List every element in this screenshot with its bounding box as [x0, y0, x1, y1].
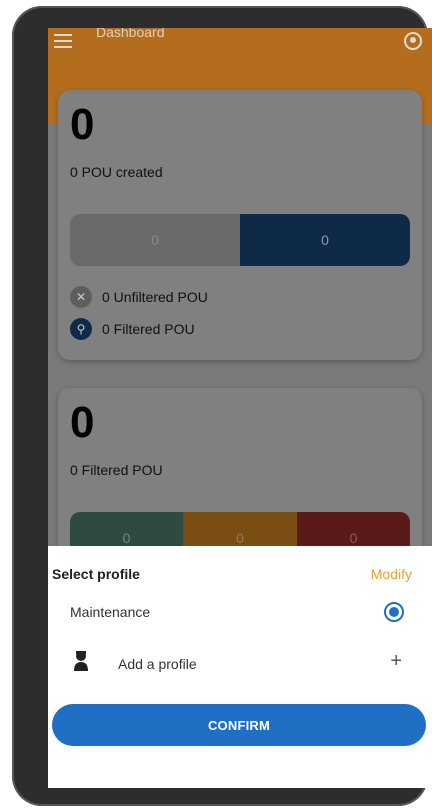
select-profile-sheet: Select profile Modify Maintenance Add a …: [48, 546, 432, 788]
pou-created-count: 0: [70, 100, 95, 149]
sheet-title: Select profile: [52, 566, 140, 582]
app-screen: Dashboard 0 0 POU created 0 0 ✕ 0 Unfilt…: [48, 28, 432, 788]
modify-button[interactable]: Modify: [371, 566, 412, 582]
pou-created-card: 0 0 POU created 0 0 ✕ 0 Unfiltered POU ⚲…: [58, 90, 422, 360]
legend-unfiltered-label: 0 Unfiltered POU: [102, 289, 208, 305]
header-title: Dashboard: [96, 28, 165, 40]
legend-filtered-label: 0 Filtered POU: [102, 321, 195, 337]
profile-option-label[interactable]: Maintenance: [70, 604, 150, 620]
profile-radio-selected[interactable]: [384, 602, 404, 622]
filtered-segment: 0: [240, 214, 410, 266]
add-profile-label[interactable]: Add a profile: [118, 656, 197, 672]
menu-icon[interactable]: [54, 34, 72, 48]
user-icon: [74, 651, 88, 671]
legend-unfiltered: ✕ 0 Unfiltered POU: [70, 286, 208, 308]
add-icon[interactable]: +: [390, 650, 402, 673]
legend-filtered: ⚲ 0 Filtered POU: [70, 318, 195, 340]
pou-split-bar: 0 0: [70, 214, 410, 266]
confirm-button[interactable]: CONFIRM: [52, 704, 426, 746]
phone-frame: Dashboard 0 0 POU created 0 0 ✕ 0 Unfilt…: [12, 6, 432, 806]
filter-icon: ⚲: [70, 318, 92, 340]
account-icon[interactable]: [404, 32, 422, 50]
filtered-pou-label: 0 Filtered POU: [70, 462, 163, 478]
filtered-pou-count: 0: [70, 398, 95, 447]
pou-created-label: 0 POU created: [70, 164, 163, 180]
unfiltered-segment: 0: [70, 214, 240, 266]
unfiltered-icon: ✕: [70, 286, 92, 308]
